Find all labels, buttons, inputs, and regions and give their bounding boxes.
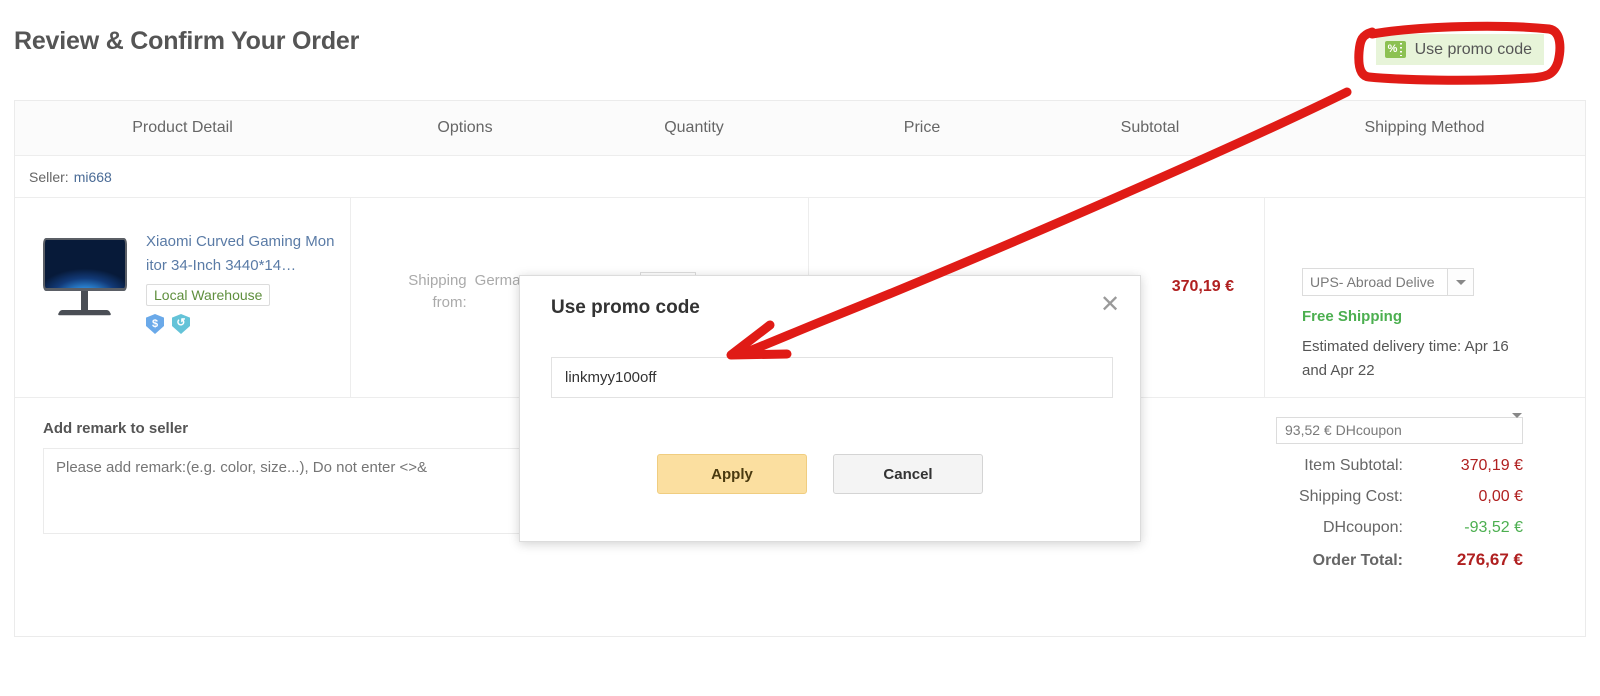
seller-name-link[interactable]: mi668 bbox=[74, 169, 112, 185]
promo-code-input[interactable] bbox=[551, 357, 1113, 398]
column-header-options: Options bbox=[437, 119, 493, 136]
product-badges: $ ↺ bbox=[146, 314, 336, 334]
promo-code-modal: Use promo code ✕ Apply Cancel bbox=[519, 275, 1141, 542]
summary-line-order-total: Order Total: 276,67 € bbox=[808, 550, 1523, 570]
seller-label: Seller: bbox=[29, 168, 69, 185]
order-total-value: 276,67 € bbox=[1456, 550, 1523, 569]
summary-label: Item Subtotal: bbox=[1304, 457, 1403, 474]
column-header-product-detail: Product Detail bbox=[132, 119, 233, 136]
product-detail-cell: Xiaomi Curved Gaming Monitor 34-Inch 344… bbox=[15, 198, 350, 397]
shipping-method-select[interactable]: UPS- Abroad Delive bbox=[1302, 268, 1474, 296]
apply-button[interactable]: Apply bbox=[657, 454, 807, 494]
item-subtotal-value: 370,19 € bbox=[1171, 278, 1234, 295]
product-title-link[interactable]: Xiaomi Curved Gaming Monitor 34-Inch 344… bbox=[146, 230, 336, 278]
seller-row: Seller: mi668 bbox=[15, 156, 1585, 198]
column-header-quantity: Quantity bbox=[664, 119, 724, 136]
page-header: Review & Confirm Your Order % Use promo … bbox=[0, 0, 1600, 96]
product-thumbnail[interactable] bbox=[37, 228, 133, 324]
shipping-method-cell: UPS- Abroad Delive Free Shipping Estimat… bbox=[1264, 198, 1585, 397]
dhcoupon-select[interactable]: 93,52 € DHcoupon bbox=[1276, 413, 1523, 444]
table-header-row: Product Detail Options Quantity Price Su… bbox=[15, 101, 1585, 156]
modal-actions: Apply Cancel bbox=[657, 454, 983, 494]
chevron-down-icon bbox=[1447, 269, 1473, 295]
modal-title: Use promo code bbox=[551, 297, 700, 318]
shipping-from-label: Shipping from: bbox=[408, 272, 467, 311]
buyer-protection-shield-icon: $ bbox=[146, 314, 164, 334]
cancel-button[interactable]: Cancel bbox=[833, 454, 983, 494]
estimated-delivery-text: Estimated delivery time: Apr 16 and Apr … bbox=[1302, 338, 1509, 379]
close-icon[interactable]: ✕ bbox=[1094, 290, 1124, 320]
chevron-down-icon bbox=[1512, 413, 1522, 443]
column-header-subtotal: Subtotal bbox=[1120, 119, 1180, 136]
summary-label: DHcoupon: bbox=[1322, 519, 1403, 536]
summary-label: Shipping Cost: bbox=[1298, 488, 1403, 505]
page-title: Review & Confirm Your Order bbox=[14, 27, 360, 55]
shipping-method-selected-value: UPS- Abroad Delive bbox=[1310, 274, 1435, 290]
summary-value: 370,19 € bbox=[1460, 457, 1523, 474]
dhcoupon-selected-value: 93,52 € DHcoupon bbox=[1285, 422, 1402, 438]
column-header-price: Price bbox=[903, 119, 941, 136]
local-warehouse-tag: Local Warehouse bbox=[146, 284, 271, 306]
percent-ticket-icon: % bbox=[1384, 41, 1406, 58]
free-shipping-label: Free Shipping bbox=[1302, 308, 1403, 325]
use-promo-code-button[interactable]: % Use promo code bbox=[1375, 34, 1544, 65]
order-total-label: Order Total: bbox=[1312, 552, 1403, 569]
column-header-shipping-method: Shipping Method bbox=[1364, 119, 1485, 136]
checkout-page: Review & Confirm Your Order % Use promo … bbox=[0, 0, 1600, 696]
summary-value: 0,00 € bbox=[1478, 488, 1523, 505]
summary-value: -93,52 € bbox=[1464, 519, 1523, 536]
refund-shield-icon: ↺ bbox=[172, 314, 190, 334]
promo-button-label: Use promo code bbox=[1414, 40, 1532, 58]
